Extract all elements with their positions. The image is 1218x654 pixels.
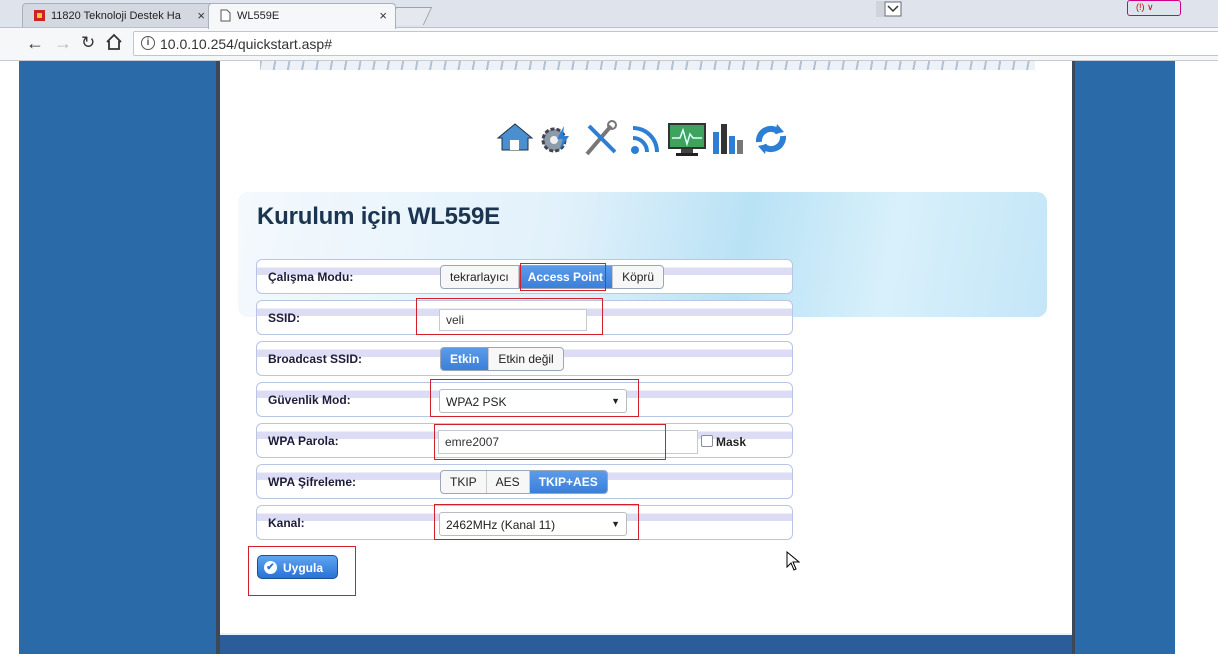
highlight-box [248, 546, 356, 596]
tab-title: WL559E [237, 10, 280, 22]
close-tab-icon[interactable]: × [197, 8, 205, 23]
broadcast-ssid-label: Broadcast SSID: [268, 352, 363, 366]
highlight-box [416, 298, 603, 335]
highlight-box [434, 504, 639, 540]
wireless-icon[interactable] [625, 116, 665, 162]
tab-title: 11820 Teknoloji Destek Ha [51, 10, 181, 22]
page-title: Kurulum için WL559E [257, 203, 500, 230]
close-tab-icon[interactable]: × [379, 8, 387, 23]
refresh-icon[interactable] [751, 116, 791, 162]
broadcast-ssid-selector: Etkin Etkin değil [440, 347, 564, 371]
highlight-box [520, 263, 606, 291]
tab-wl559e[interactable]: WL559E × [208, 3, 396, 29]
mask-label: Mask [716, 435, 747, 449]
router-page: Kurulum için WL559E Çalışma Modu: tekrar… [220, 61, 1072, 654]
forward-icon[interactable]: → [54, 33, 72, 53]
footer-band [220, 633, 1072, 654]
security-mode-label: Güvenlik Mod: [268, 393, 351, 407]
info-icon[interactable]: i [141, 36, 155, 50]
mode-bridge-option[interactable]: Köprü [612, 266, 663, 288]
tab-strip: 11820 Teknoloji Destek Ha × WL559E × (!)… [0, 0, 1218, 29]
wpa-encryption-selector: TKIP AES TKIP+AES [440, 470, 608, 494]
operation-mode-label: Çalışma Modu: [268, 270, 354, 284]
reload-icon[interactable]: ↻ [81, 33, 95, 53]
back-icon[interactable]: ← [26, 33, 44, 53]
gear-bolt-icon[interactable] [537, 116, 577, 162]
monitor-icon[interactable] [667, 116, 707, 162]
extension-badge[interactable]: (!) ∨ [1127, 0, 1181, 16]
mode-repeater-option[interactable]: tekrarlayıcı [441, 266, 518, 288]
mask-checkbox[interactable]: Mask [701, 435, 746, 449]
broadcast-disabled-option[interactable]: Etkin değil [488, 348, 562, 370]
favicon-icon [33, 9, 46, 22]
tools-icon[interactable] [581, 116, 621, 162]
tab-teknoloji[interactable]: 11820 Teknoloji Destek Ha × [22, 3, 214, 28]
media-icon[interactable] [876, 1, 902, 17]
url-text: 10.0.10.254/quickstart.asp# [160, 36, 333, 52]
statistics-icon[interactable] [709, 116, 749, 162]
encryption-tkip-aes-option[interactable]: TKIP+AES [528, 471, 607, 493]
extension-badge-text: (!) ∨ [1136, 2, 1154, 12]
encryption-tkip-option[interactable]: TKIP [441, 471, 486, 493]
main-menu-icons [495, 116, 795, 166]
url-field[interactable]: i 10.0.10.254/quickstart.asp# [133, 31, 1218, 56]
row-broadcast-ssid: Broadcast SSID: Etkin Etkin değil [256, 341, 793, 376]
page-icon [219, 9, 232, 22]
checkbox-icon [701, 435, 713, 447]
page-viewport: Kurulum için WL559E Çalışma Modu: tekrar… [0, 61, 1218, 654]
mouse-cursor-icon [786, 551, 800, 571]
wpa-passphrase-label: WPA Parola: [268, 434, 339, 448]
address-bar: ← → ↻ i 10.0.10.254/quickstart.asp# [0, 28, 1218, 61]
broadcast-enabled-option[interactable]: Etkin [441, 348, 489, 370]
header-banner [260, 61, 1035, 70]
home-icon[interactable] [105, 33, 123, 55]
wpa-encryption-label: WPA Şifreleme: [268, 475, 357, 489]
ssid-label: SSID: [268, 311, 301, 325]
encryption-aes-option[interactable]: AES [485, 471, 529, 493]
highlight-box [434, 424, 666, 460]
highlight-box [430, 379, 639, 417]
channel-label: Kanal: [268, 516, 305, 530]
home-icon[interactable] [495, 116, 535, 162]
row-wpa-encryption: WPA Şifreleme: TKIP AES TKIP+AES [256, 464, 793, 499]
